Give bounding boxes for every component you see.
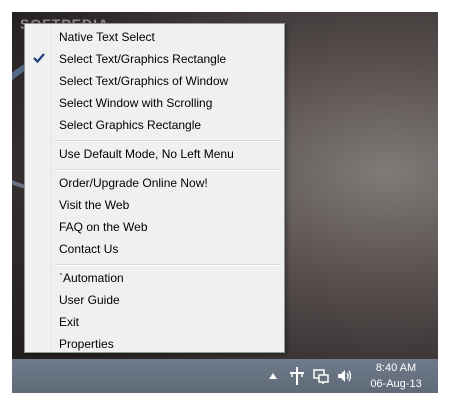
menu-item-user-guide[interactable]: User Guide	[59, 289, 120, 311]
menu-item-exit[interactable]: Exit	[59, 311, 79, 333]
clock-date: 06-Aug-13	[370, 378, 422, 390]
network-icon[interactable]	[312, 367, 330, 385]
menu-separator	[55, 140, 281, 142]
menu-separator	[55, 264, 281, 266]
menu-item-select-text-graphics-rectangle[interactable]: Select Text/Graphics Rectangle	[59, 48, 226, 70]
menu-item-contact-us[interactable]: Contact Us	[59, 238, 118, 260]
menu-item-order-upgrade[interactable]: Order/Upgrade Online Now!	[59, 172, 208, 194]
up-arrow-icon[interactable]	[264, 367, 282, 385]
menu-item-select-text-graphics-of-window[interactable]: Select Text/Graphics of Window	[59, 70, 228, 92]
taskbar-clock[interactable]: 8:40 AM 06-Aug-13	[364, 359, 428, 393]
menu-item-native-text-select[interactable]: Native Text Select	[59, 26, 155, 48]
checkmark-icon	[33, 53, 45, 64]
menu-item-automation[interactable]: `Automation	[59, 267, 124, 289]
menu-item-faq-web[interactable]: FAQ on the Web	[59, 216, 148, 238]
clock-time: 8:40 AM	[375, 362, 417, 374]
context-menu: Native Text Select Select Text/Graphics …	[24, 23, 285, 353]
menu-item-visit-web[interactable]: Visit the Web	[59, 194, 129, 216]
volume-icon[interactable]	[336, 367, 354, 385]
menu-item-properties[interactable]: Properties	[59, 333, 114, 355]
capture-tool-icon[interactable]	[288, 367, 306, 385]
menu-item-select-graphics-rectangle[interactable]: Select Graphics Rectangle	[59, 114, 201, 136]
menu-item-use-default-mode[interactable]: Use Default Mode, No Left Menu	[59, 143, 234, 165]
menu-item-select-window-with-scrolling[interactable]: Select Window with Scrolling	[59, 92, 212, 114]
taskbar: 8:40 AM 06-Aug-13	[12, 359, 438, 393]
menu-icon-gutter	[25, 24, 52, 352]
menu-separator	[55, 169, 281, 171]
system-tray	[264, 359, 360, 393]
